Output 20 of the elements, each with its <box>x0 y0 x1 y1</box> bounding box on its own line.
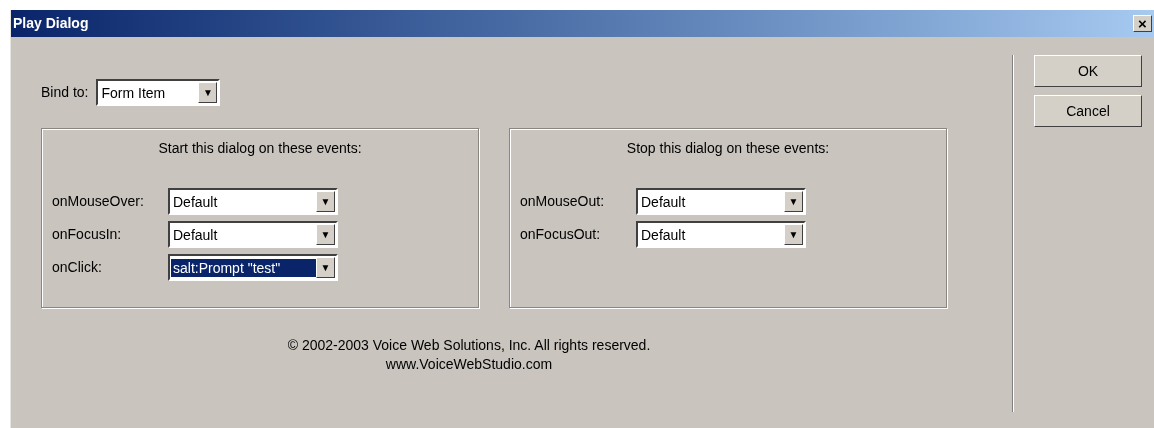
event-label: onClick: <box>52 258 103 277</box>
event-dropdown[interactable]: Default ▼ <box>636 221 806 248</box>
bind-dropdown[interactable]: Form Item ▼ <box>96 79 221 106</box>
event-dropdown[interactable]: salt:Prompt "test" ▼ <box>168 254 338 281</box>
event-label: onFocusOut: <box>520 225 602 244</box>
event-dropdown[interactable]: Default ▼ <box>168 221 338 248</box>
event-dropdown[interactable]: Default ▼ <box>168 188 338 215</box>
event-label: onMouseOver: <box>52 192 145 211</box>
copyright-text: © 2002-2003 Voice Web Solutions, Inc. All rights reserved. <box>287 336 651 355</box>
event-dropdown[interactable]: Default ▼ <box>636 188 806 215</box>
group-heading: Start this dialog on these events: <box>158 139 362 158</box>
close-button[interactable]: × <box>1133 15 1152 32</box>
bind-label: Bind to: <box>41 83 89 102</box>
dialog-button[interactable]: Cancel <box>1034 95 1142 127</box>
website-text: www.VoiceWebStudio.com <box>385 355 553 374</box>
dialog-button[interactable]: OK <box>1034 55 1142 87</box>
group-heading: Stop this dialog on these events: <box>626 139 830 158</box>
event-label: onMouseOut: <box>520 192 606 211</box>
window-title: Play Dialog <box>13 14 89 33</box>
event-label: onFocusIn: <box>52 225 123 244</box>
